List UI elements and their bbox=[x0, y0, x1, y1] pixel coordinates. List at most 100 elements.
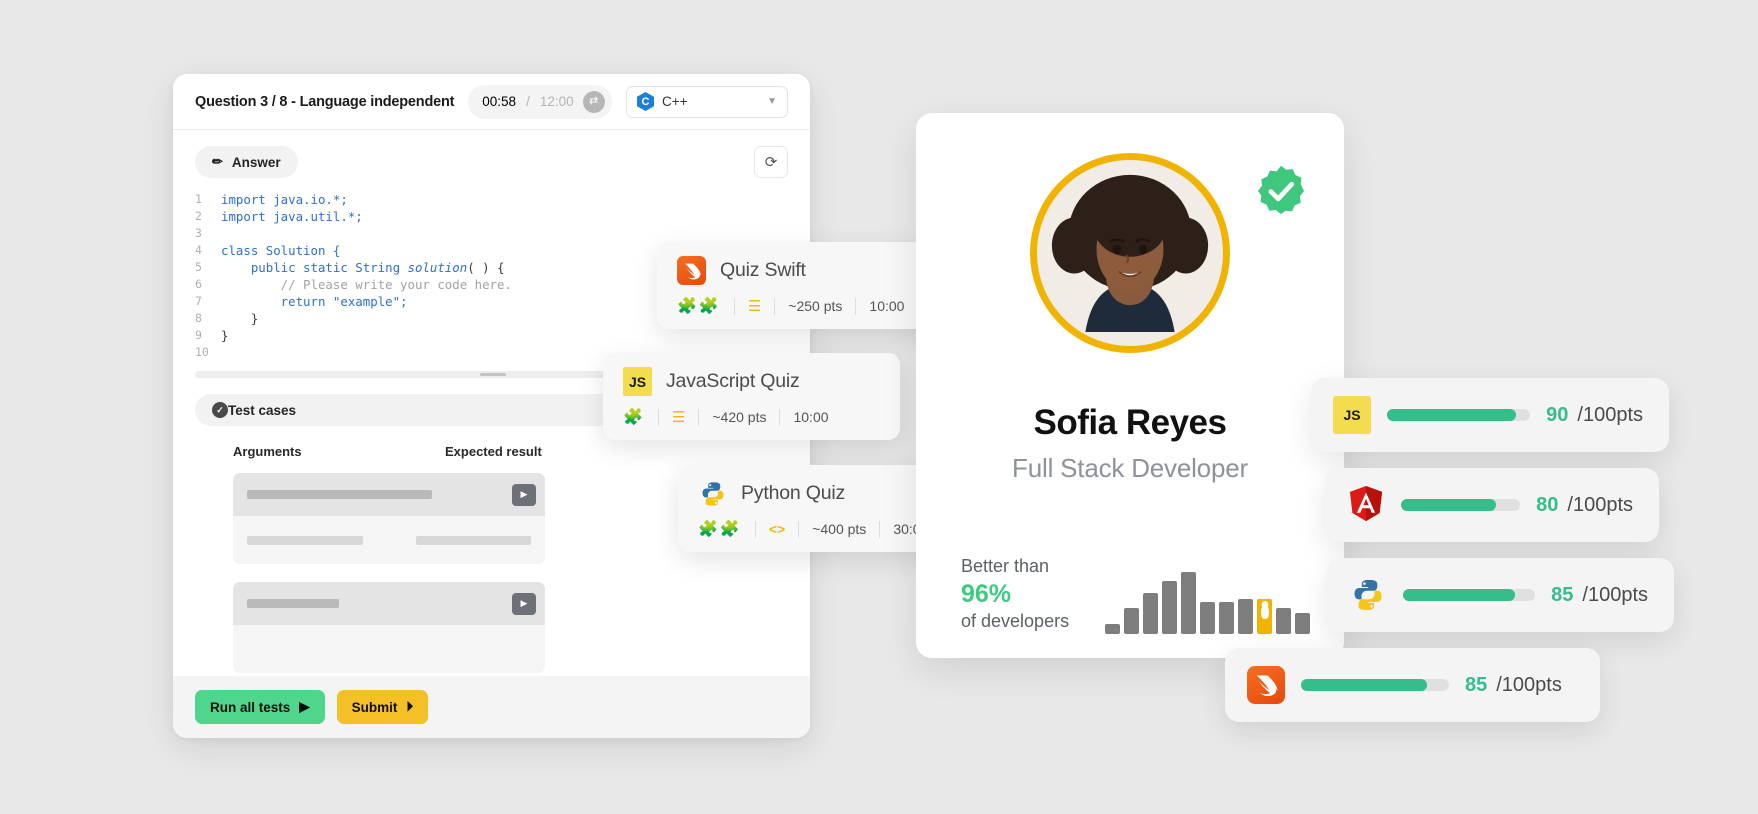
test-case-row[interactable]: ▶ bbox=[233, 473, 545, 564]
code-text: // Please write your code here. bbox=[221, 277, 512, 292]
better-than-percent: 96% bbox=[961, 580, 1012, 608]
quiz-card-javascript[interactable]: JS JavaScript Quiz 🧩 ☰ ~420 pts 10:00 bbox=[603, 353, 900, 440]
score-progress-bar bbox=[1403, 589, 1536, 601]
line-number: 6 bbox=[195, 277, 202, 291]
score-total: /100pts bbox=[1567, 493, 1633, 516]
line-number: 3 bbox=[195, 226, 202, 240]
distribution-bar bbox=[1181, 572, 1197, 634]
timer-current: 00:58 bbox=[482, 94, 517, 109]
code-line: 2 import java.util.*; bbox=[195, 208, 788, 225]
score-value: 90 bbox=[1546, 403, 1569, 426]
submit-button[interactable]: Submit ⏵ bbox=[336, 690, 429, 724]
score-value: 80 bbox=[1536, 493, 1559, 516]
score-card-swift[interactable]: 85 /100pts bbox=[1225, 648, 1600, 722]
quiz-card-time: 10:00 bbox=[793, 409, 829, 425]
test-case-detail bbox=[233, 625, 545, 673]
submit-label: Submit bbox=[351, 699, 398, 715]
code-text: return "example"; bbox=[221, 294, 408, 309]
test-case-header: ▶ bbox=[233, 582, 545, 625]
profile-role: Full Stack Developer bbox=[1012, 453, 1248, 483]
column-arguments: Arguments bbox=[233, 444, 302, 459]
editor-header: Question 3 / 8 - Language independent 00… bbox=[173, 74, 810, 130]
refresh-icon[interactable]: ⟳ bbox=[754, 146, 788, 178]
test-case-columns: Arguments Expected result bbox=[233, 444, 788, 459]
javascript-icon: JS bbox=[1333, 396, 1371, 434]
code-text: public static String solution( ) { bbox=[221, 260, 505, 275]
distribution-bar bbox=[1162, 581, 1178, 634]
quiz-card-swift[interactable]: Quiz Swift 🧩🧩 ☰ ~250 pts 10:00 bbox=[657, 242, 948, 329]
line-number: 5 bbox=[195, 260, 202, 274]
language-select[interactable]: C++ ▼ bbox=[626, 85, 788, 118]
timer-total: 12:00 bbox=[539, 94, 574, 109]
score-card-angular[interactable]: 80 /100pts bbox=[1325, 468, 1659, 542]
play-icon: ▶ bbox=[299, 699, 310, 714]
test-case-header: ▶ bbox=[233, 473, 545, 516]
play-icon[interactable]: ▶ bbox=[512, 483, 536, 506]
placeholder-bar bbox=[416, 535, 531, 545]
timer-separator: / bbox=[526, 94, 530, 109]
line-number: 9 bbox=[195, 328, 202, 342]
avatar bbox=[1030, 153, 1230, 353]
score-value: 85 bbox=[1551, 583, 1574, 606]
list-icon: ☰ bbox=[747, 298, 762, 315]
better-than-block: Better than 96% of developers bbox=[961, 554, 1311, 634]
quiz-card-points: ~420 pts bbox=[712, 409, 767, 425]
quiz-card-meta: 🧩 ☰ ~420 pts 10:00 bbox=[623, 407, 878, 427]
better-than-prefix: Better than bbox=[961, 556, 1050, 576]
swift-icon bbox=[677, 256, 706, 285]
tab-test-cases-label: Test cases bbox=[228, 402, 297, 418]
play-icon[interactable]: ▶ bbox=[512, 592, 536, 615]
tab-answer[interactable]: ✏ Answer bbox=[195, 146, 298, 178]
code-text: import java.util.*; bbox=[221, 209, 363, 224]
code-text: } bbox=[221, 311, 259, 326]
javascript-icon: JS bbox=[623, 367, 652, 396]
test-case-row[interactable]: ▶ bbox=[233, 582, 545, 673]
quiz-card-header: Quiz Swift bbox=[677, 256, 926, 285]
question-title: Question 3 / 8 - Language independent bbox=[195, 93, 455, 110]
quiz-card-points: ~400 pts bbox=[812, 521, 867, 537]
code-text: class Solution { bbox=[221, 243, 341, 258]
placeholder-bar bbox=[247, 490, 432, 499]
score-progress-bar bbox=[1301, 679, 1449, 691]
python-icon bbox=[698, 479, 727, 508]
editor-footer: Run all tests ▶ Submit ⏵ bbox=[173, 676, 810, 738]
score-card-javascript[interactable]: JS 90 /100pts bbox=[1311, 378, 1669, 452]
profile-card: Sofia Reyes Full Stack Developer Better … bbox=[916, 113, 1344, 658]
quiz-card-header: JS JavaScript Quiz bbox=[623, 367, 878, 396]
page-root: Question 3 / 8 - Language independent 00… bbox=[0, 0, 1758, 814]
score-card-python[interactable]: 85 /100pts bbox=[1327, 558, 1674, 632]
placeholder-bar bbox=[247, 535, 364, 545]
quiz-card-title: Quiz Swift bbox=[720, 259, 806, 281]
list-icon: ☰ bbox=[671, 409, 686, 426]
chevron-down-icon: ▼ bbox=[767, 96, 777, 107]
run-all-tests-button[interactable]: Run all tests ▶ bbox=[195, 690, 325, 724]
timer: 00:58 / 12:00 ⇄ bbox=[468, 84, 612, 119]
puzzle-icon: 🧩🧩 bbox=[698, 521, 742, 538]
code-line: 3 bbox=[195, 225, 788, 242]
play-circle-icon: ⏵ bbox=[406, 699, 414, 714]
quiz-card-points: ~250 pts bbox=[788, 298, 843, 314]
cpp-logo-icon bbox=[637, 92, 654, 111]
quiz-card-time: 10:00 bbox=[869, 298, 905, 314]
distribution-bar bbox=[1276, 608, 1292, 634]
distribution-bar bbox=[1200, 602, 1216, 634]
line-number: 2 bbox=[195, 209, 202, 223]
distribution-bar bbox=[1295, 613, 1311, 634]
puzzle-icon: 🧩🧩 bbox=[677, 298, 721, 315]
quiz-card-meta: 🧩🧩 <> ~400 pts 30:00 bbox=[698, 519, 953, 539]
test-case-detail bbox=[233, 516, 545, 564]
quiz-card-title: JavaScript Quiz bbox=[666, 370, 800, 392]
code-line: 9} bbox=[195, 327, 788, 344]
quiz-card-header: Python Quiz bbox=[698, 479, 953, 508]
code-text: } bbox=[221, 328, 229, 343]
swap-icon[interactable]: ⇄ bbox=[582, 90, 605, 113]
code-icon: <> bbox=[768, 521, 786, 537]
line-number: 4 bbox=[195, 243, 202, 257]
line-number: 7 bbox=[195, 294, 202, 308]
distribution-bar bbox=[1238, 599, 1254, 634]
run-all-tests-label: Run all tests bbox=[210, 699, 291, 715]
code-text: import java.io.*; bbox=[221, 192, 348, 207]
pencil-icon: ✏ bbox=[212, 154, 223, 169]
